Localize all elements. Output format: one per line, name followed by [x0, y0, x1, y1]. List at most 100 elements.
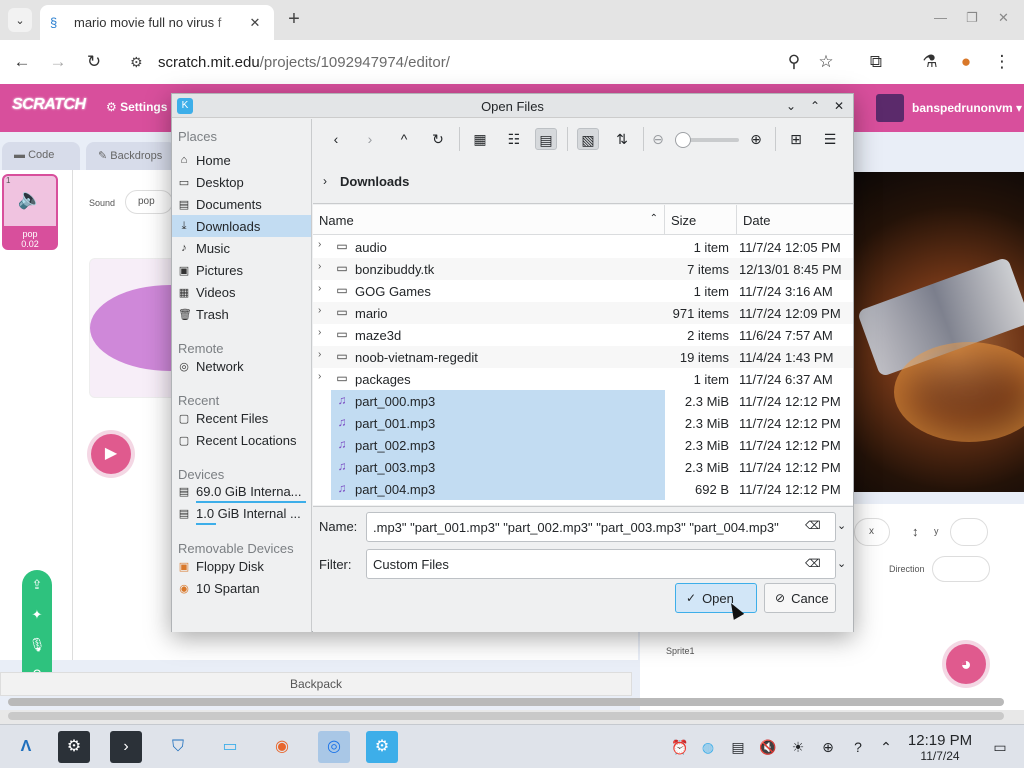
icons-view-icon[interactable]: ▦ [469, 128, 491, 150]
clear-name-icon[interactable]: ⌫ [805, 519, 821, 532]
direction-input[interactable] [932, 556, 990, 582]
file-row[interactable]: › ▭ noob-vietnam-regedit 19 items 11/4/24 1:… [313, 346, 853, 368]
sound-name-input[interactable]: pop [125, 190, 173, 214]
discover-store-icon[interactable]: ⛉ [162, 731, 194, 763]
expand-chevron-icon[interactable]: › [318, 305, 328, 316]
place-recent-files[interactable]: ▢ Recent Files [172, 407, 311, 429]
file-row[interactable]: ♫ part_002.mp3 2.3 MiB 11/7/24 12:12 PM [313, 434, 853, 456]
tab-backdrops[interactable]: ✎ Backdrops [86, 142, 176, 170]
compact-view-icon[interactable]: ☷ [503, 128, 525, 150]
zoom-slider-knob[interactable] [675, 132, 691, 148]
clear-filter-icon[interactable]: ⌫ [805, 557, 821, 570]
new-folder-icon[interactable]: ⊞ [785, 128, 807, 150]
maximize-icon[interactable]: ❐ [966, 10, 978, 26]
zoom-in-icon[interactable]: ⊕ [745, 128, 767, 150]
firefox-icon[interactable]: ◉ [266, 731, 298, 763]
file-row[interactable]: › ▭ packages 1 item 11/7/24 6:37 AM [313, 368, 853, 390]
bookmark-star-icon[interactable]: ☆ [814, 50, 838, 74]
zoom-icon[interactable]: ⚲ [782, 50, 806, 74]
close-window-icon[interactable]: ✕ [998, 10, 1009, 26]
sort-icon[interactable]: ⇅ [611, 128, 633, 150]
reload-icon[interactable]: ↻ [82, 50, 106, 74]
tab-code[interactable]: ▬ Code [2, 142, 80, 170]
place-device-1[interactable]: ▤ 69.0 GiB Interna... [172, 480, 311, 502]
place-pictures[interactable]: ▣ Pictures [172, 259, 311, 281]
parent-folder-icon[interactable]: ^ [393, 128, 415, 150]
zoom-slider[interactable] [675, 132, 739, 148]
file-row[interactable]: ♫ part_004.mp3 692 B 11/7/24 12:12 PM [313, 478, 853, 500]
place-floppy[interactable]: ▣ Floppy Disk [172, 555, 311, 577]
chrome-icon[interactable]: ◎ [318, 731, 350, 763]
clock[interactable]: 12:19 PM 11/7/24 [900, 732, 980, 763]
record-mic-icon[interactable]: 🎙 [22, 630, 52, 660]
upload-sound-icon[interactable]: ⇪ [22, 570, 52, 600]
scrollbar-horizontal[interactable] [8, 698, 1004, 706]
breadcrumb-chevron-icon[interactable]: › [323, 174, 327, 188]
user-menu[interactable]: banspedrunonvm ▾ [876, 94, 1022, 122]
place-desktop[interactable]: ▭ Desktop [172, 171, 311, 193]
labs-flask-icon[interactable]: ⚗ [918, 50, 942, 74]
file-row[interactable]: › ▭ mario 971 items 11/7/24 12:09 PM [313, 302, 853, 324]
options-menu-icon[interactable]: ☰ [819, 128, 841, 150]
extensions-icon[interactable]: ⧉ [864, 50, 888, 74]
new-tab-button[interactable]: + [282, 8, 306, 32]
preview-icon[interactable]: ▧ [577, 128, 599, 150]
app-launcher-icon[interactable]: Λ [10, 731, 42, 763]
settings-menu[interactable]: ⚙ Settings [106, 100, 167, 114]
tab-search-button[interactable]: ⌄ [8, 8, 32, 32]
place-music[interactable]: ♪ Music [172, 237, 311, 259]
network-tray-icon[interactable]: ⊕ [818, 737, 838, 757]
minimize-icon[interactable]: — [934, 10, 947, 25]
help-icon[interactable]: ? [848, 737, 868, 757]
file-row[interactable]: › ▭ audio 1 item 11/7/24 12:05 PM [313, 236, 853, 258]
reload-icon[interactable]: ↻ [427, 128, 449, 150]
forward-icon[interactable]: › [359, 128, 381, 150]
play-button[interactable]: ▶ [91, 434, 131, 474]
address-bar[interactable]: ⚙ scratch.mit.edu/projects/1092947974/ed… [122, 46, 856, 78]
filter-dropdown-icon[interactable]: ⌄ [837, 557, 846, 570]
cancel-button[interactable]: ⊘ Cance [764, 583, 836, 613]
file-row[interactable]: ♫ part_001.mp3 2.3 MiB 11/7/24 12:12 PM [313, 412, 853, 434]
breadcrumb-current[interactable]: Downloads [340, 174, 409, 189]
y-input[interactable] [950, 518, 988, 546]
backpack[interactable]: Backpack [0, 672, 632, 696]
brightness-icon[interactable]: ☀ [788, 737, 808, 757]
show-desktop-icon[interactable]: ▭ [990, 737, 1010, 757]
choose-sprite-cat-icon[interactable]: ◕ [946, 644, 986, 684]
site-info-icon[interactable]: ⚙ [130, 54, 152, 71]
terminal-icon[interactable]: › [110, 731, 142, 763]
file-row[interactable]: ♫ part_000.mp3 2.3 MiB 11/7/24 12:12 PM [313, 390, 853, 412]
x-input[interactable]: x [854, 518, 890, 546]
kde-dialog-task-icon[interactable]: ⚙ [366, 731, 398, 763]
place-trash[interactable]: 🗑 Trash [172, 303, 311, 325]
place-network[interactable]: ◎ Network [172, 355, 311, 377]
profile-avatar-icon[interactable]: ● [954, 50, 978, 74]
browser-tab[interactable]: § mario movie full no virus f ✕ [40, 5, 274, 40]
alarm-icon[interactable]: ⏰ [670, 737, 690, 757]
column-header-size[interactable]: Size [665, 205, 737, 235]
place-videos[interactable]: ▦ Videos [172, 281, 311, 303]
scratch-logo[interactable]: SCRATCH [12, 96, 86, 114]
back-icon[interactable]: ‹ [325, 128, 347, 150]
open-button[interactable]: ✓ Open [675, 583, 757, 613]
file-row[interactable]: › ▭ bonzibuddy.tk 7 items 12/13/01 8:45 PM [313, 258, 853, 280]
place-spartan[interactable]: ◉ 10 Spartan [172, 577, 311, 599]
place-home[interactable]: ⌂ Home [172, 149, 311, 171]
dialog-maximize-icon[interactable]: ⌃ [806, 97, 824, 115]
expand-tray-icon[interactable]: ⌃ [876, 737, 896, 757]
column-header-name[interactable]: Name ⌃ [313, 205, 665, 235]
zoom-out-icon[interactable]: ⊖ [647, 128, 669, 150]
filename-input[interactable]: .mp3" "part_001.mp3" "part_002.mp3" "par… [366, 512, 836, 542]
filter-combobox[interactable]: Custom Files [366, 549, 836, 579]
scrollbar-horizontal-2[interactable] [8, 712, 1004, 720]
expand-chevron-icon[interactable]: › [318, 239, 328, 250]
column-header-date[interactable]: Date [737, 205, 853, 235]
qbittorrent-icon[interactable]: ◍ [698, 737, 718, 757]
back-icon[interactable]: ← [10, 50, 34, 74]
forward-icon[interactable]: → [46, 50, 70, 74]
expand-chevron-icon[interactable]: › [318, 261, 328, 272]
place-recent-locations[interactable]: ▢ Recent Locations [172, 429, 311, 451]
dialog-minimize-icon[interactable]: ⌄ [782, 97, 800, 115]
stage-canvas[interactable] [854, 172, 1024, 492]
surprise-icon[interactable]: ✦ [22, 600, 52, 630]
